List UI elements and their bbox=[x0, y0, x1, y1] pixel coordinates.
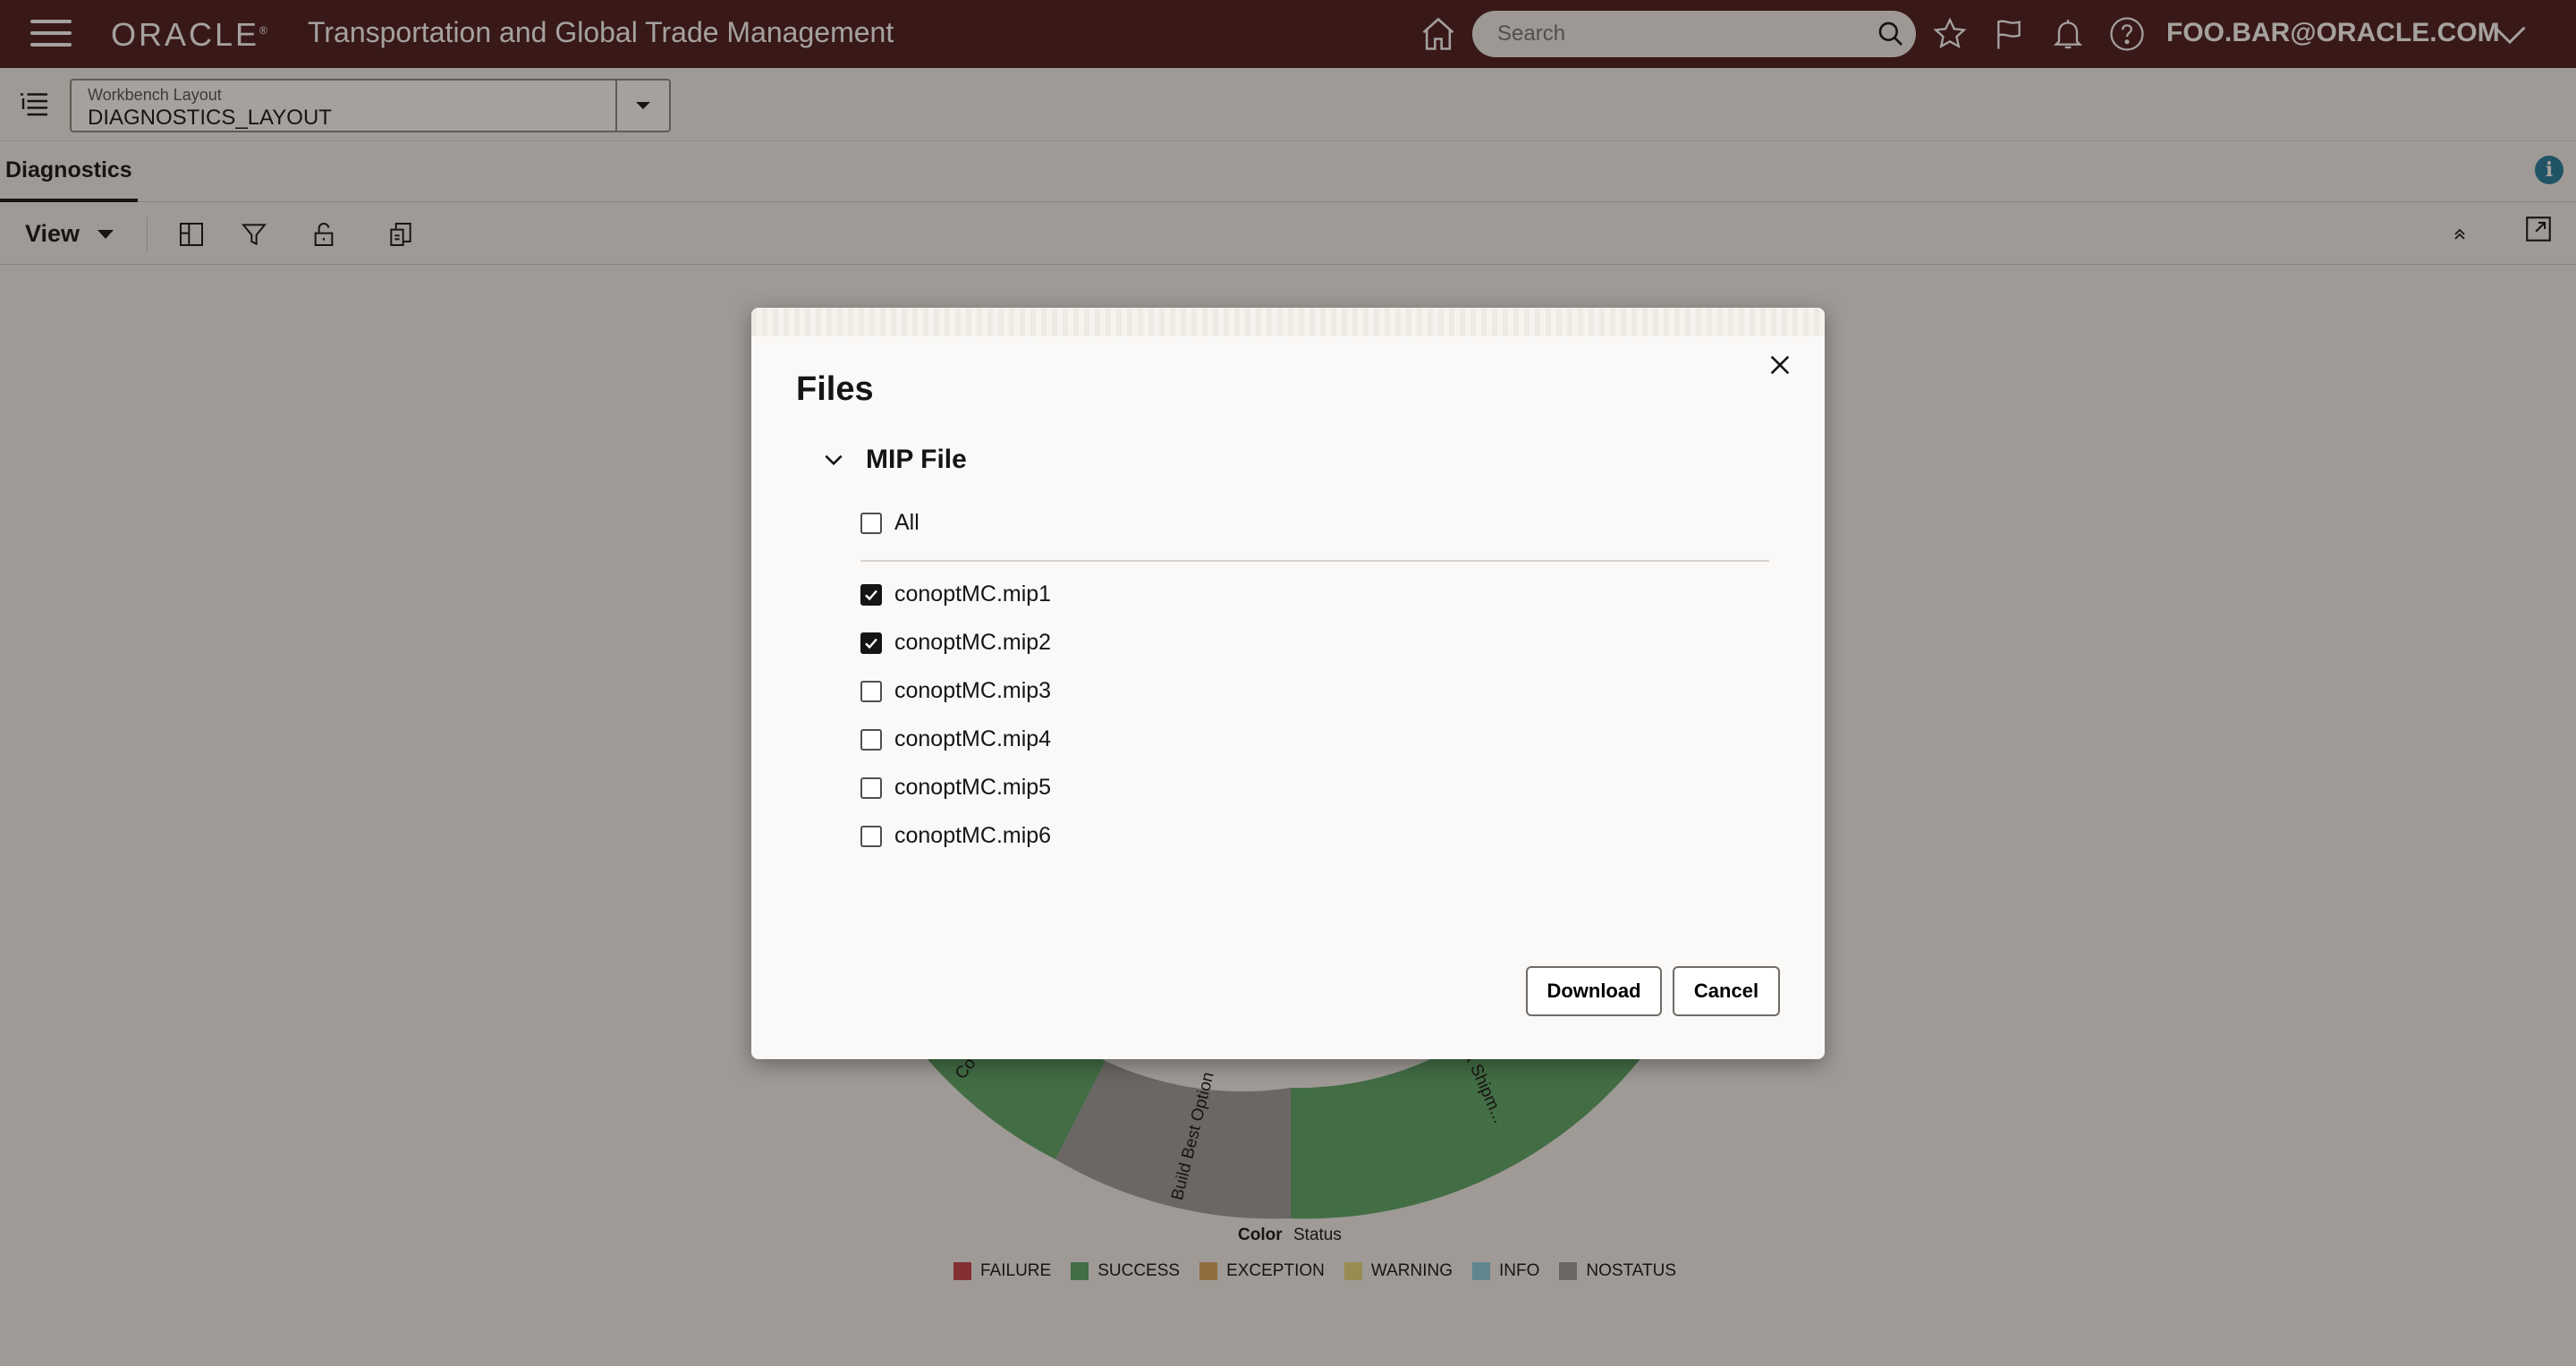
section-label: MIP File bbox=[866, 445, 967, 474]
files-dialog: Files MIP File All conoptMC.mip1 conoptM… bbox=[751, 308, 1825, 1059]
divider bbox=[860, 560, 1769, 562]
file-name: conoptMC.mip5 bbox=[894, 775, 1052, 800]
close-icon[interactable] bbox=[1762, 347, 1798, 383]
checkbox-box[interactable] bbox=[860, 728, 882, 751]
checkbox-box[interactable] bbox=[860, 825, 882, 847]
file-name: conoptMC.mip1 bbox=[894, 581, 1052, 607]
file-name: conoptMC.mip3 bbox=[894, 678, 1052, 703]
file-checkbox-row[interactable]: conoptMC.mip3 bbox=[860, 678, 1051, 704]
checkbox-box[interactable] bbox=[860, 776, 882, 799]
download-button[interactable]: Download bbox=[1526, 966, 1662, 1016]
checkbox-box[interactable] bbox=[860, 583, 882, 606]
file-checkbox-row[interactable]: conoptMC.mip5 bbox=[860, 775, 1051, 801]
checkbox-box[interactable] bbox=[860, 512, 882, 534]
file-checkbox-row[interactable]: conoptMC.mip2 bbox=[860, 630, 1051, 656]
dialog-title: Files bbox=[796, 370, 874, 408]
file-name: conoptMC.mip4 bbox=[894, 726, 1052, 751]
dialog-drag-handle[interactable] bbox=[751, 308, 1825, 336]
file-checkbox-row[interactable]: conoptMC.mip1 bbox=[860, 581, 1051, 607]
file-name: conoptMC.mip6 bbox=[894, 823, 1052, 848]
checkbox-box[interactable] bbox=[860, 632, 882, 654]
file-name: conoptMC.mip2 bbox=[894, 630, 1052, 655]
chevron-down-icon bbox=[816, 442, 852, 478]
cancel-button[interactable]: Cancel bbox=[1673, 966, 1780, 1016]
checkbox-box[interactable] bbox=[860, 680, 882, 702]
checkbox-label: All bbox=[894, 510, 919, 535]
checkbox-all[interactable]: All bbox=[860, 510, 919, 536]
file-checkbox-row[interactable]: conoptMC.mip4 bbox=[860, 726, 1051, 752]
mip-file-section-toggle[interactable]: MIP File bbox=[816, 442, 967, 478]
file-checkbox-row[interactable]: conoptMC.mip6 bbox=[860, 823, 1051, 849]
